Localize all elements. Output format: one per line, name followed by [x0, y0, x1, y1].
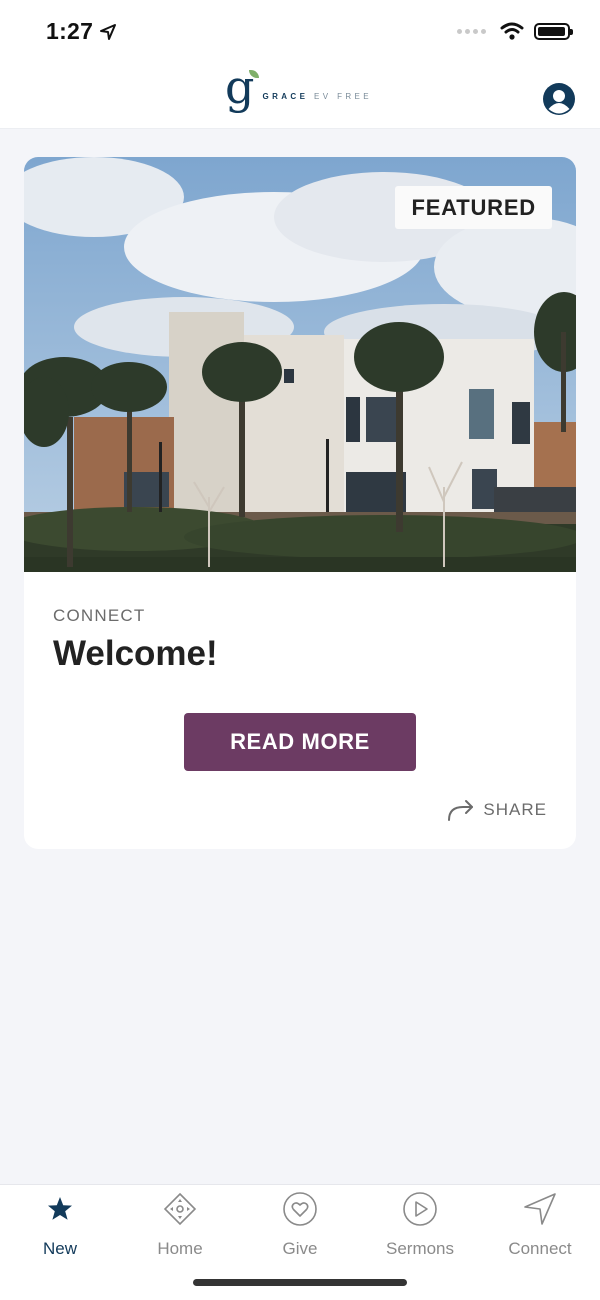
read-more-button[interactable]: READ MORE	[184, 713, 416, 771]
card-category: CONNECT	[53, 606, 146, 625]
logo-word-bold: GRACE	[262, 91, 309, 101]
card-title: Welcome!	[53, 634, 218, 673]
diamond-icon	[163, 1192, 197, 1226]
star-icon	[48, 1197, 72, 1220]
tab-label-home: Home	[157, 1239, 203, 1258]
tab-label-give: Give	[282, 1239, 318, 1258]
location-arrow-icon	[100, 24, 116, 40]
heart-icon	[283, 1192, 317, 1226]
tab-label-sermons: Sermons	[385, 1239, 455, 1258]
featured-card[interactable]: FEATURED CONNECT Welcome! READ MORE SHAR…	[24, 157, 576, 849]
tab-label-new: New	[42, 1239, 77, 1258]
signal-dots-icon	[457, 28, 486, 34]
navigation-arrow-icon	[524, 1193, 556, 1225]
logo-word-light: EV FREE	[313, 91, 372, 101]
app-header: g GRACE EV FREE	[0, 64, 600, 129]
tab-home[interactable]: Home	[120, 1185, 240, 1275]
share-button[interactable]: SHARE	[447, 798, 547, 822]
home-indicator[interactable]	[193, 1279, 407, 1286]
tab-connect[interactable]: Connect	[480, 1185, 600, 1275]
app-logo: g GRACE EV FREE	[225, 64, 372, 114]
play-icon	[403, 1192, 437, 1226]
status-time: 1:27	[46, 18, 94, 44]
status-indicators	[457, 22, 573, 40]
battery-icon	[534, 22, 573, 40]
church-building-image[interactable]: FEATURED	[24, 157, 576, 572]
tab-new[interactable]: New	[0, 1185, 120, 1275]
featured-badge: FEATURED	[395, 186, 552, 229]
wifi-icon	[500, 22, 524, 40]
tab-give[interactable]: Give	[240, 1185, 360, 1275]
status-bar: 1:27	[0, 0, 600, 64]
tab-sermons[interactable]: Sermons	[360, 1185, 480, 1275]
share-label: SHARE	[483, 800, 547, 819]
profile-icon[interactable]	[542, 82, 576, 116]
tab-label-connect: Connect	[508, 1239, 572, 1258]
share-arrow-icon	[448, 800, 474, 821]
